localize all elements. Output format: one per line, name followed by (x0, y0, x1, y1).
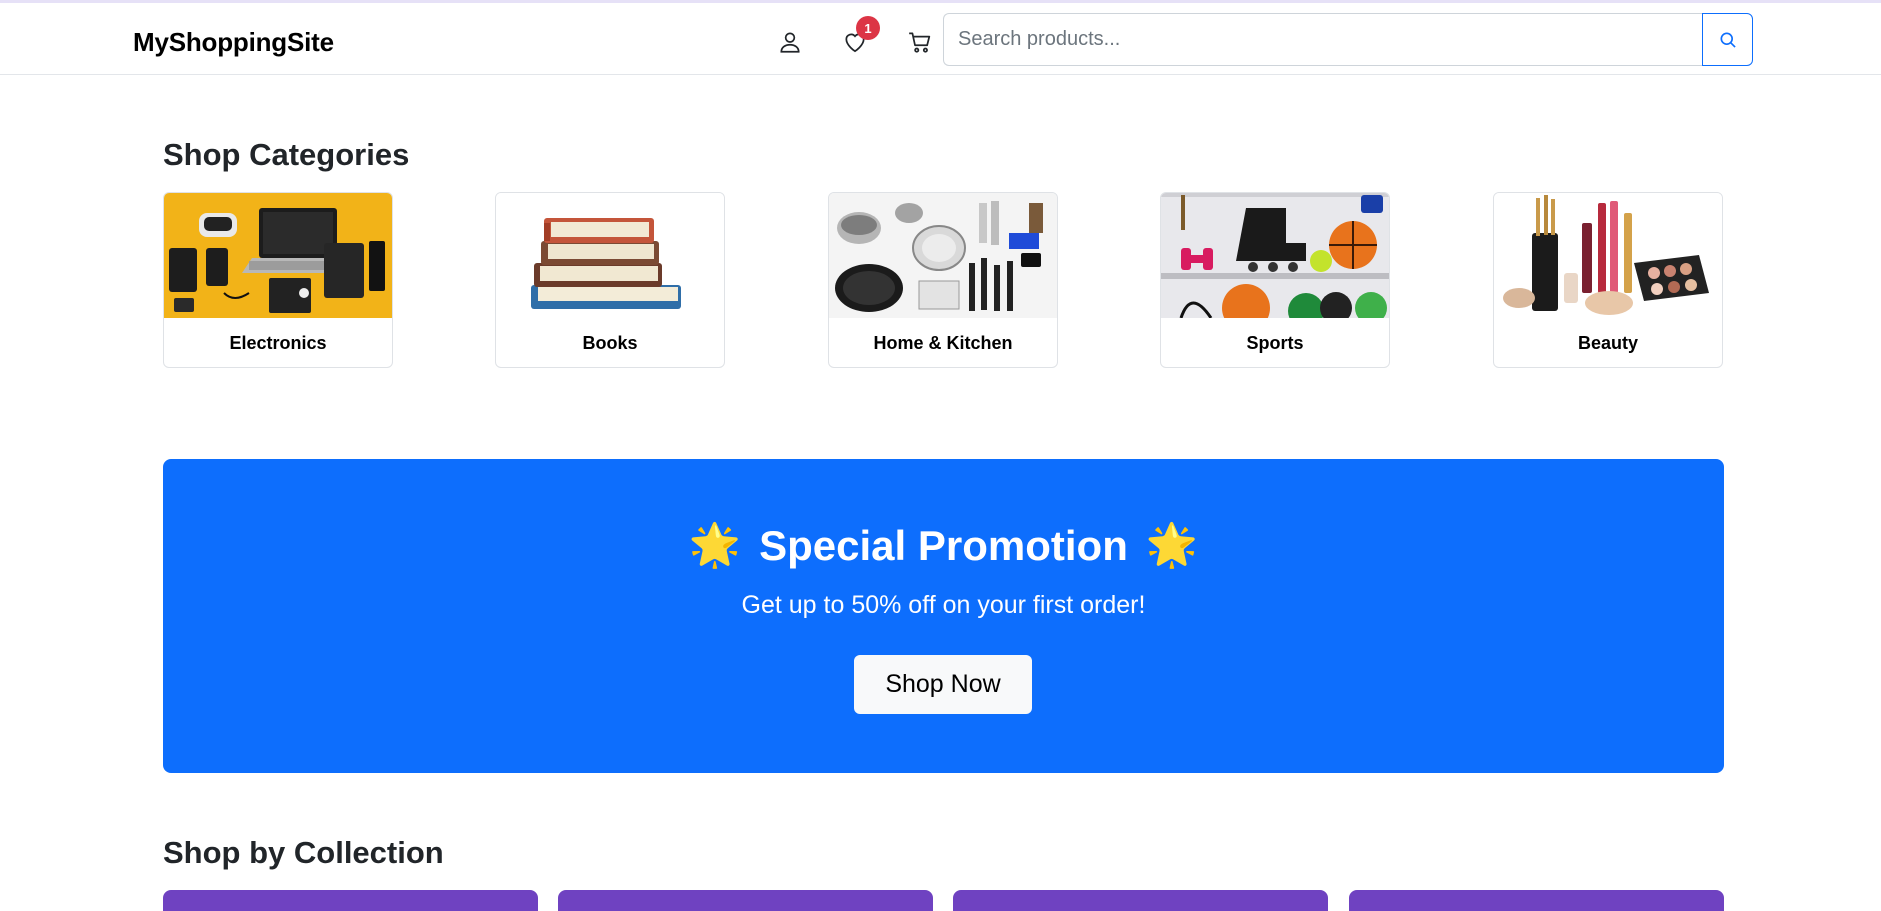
collection-card[interactable] (163, 890, 538, 911)
category-card-books[interactable]: Books (495, 192, 725, 368)
collection-card[interactable] (953, 890, 1328, 911)
star-icon: 🌟 (1145, 521, 1199, 568)
promo-title-text: Special Promotion (759, 521, 1128, 569)
search-input[interactable] (943, 13, 1702, 66)
star-icon: 🌟 (688, 521, 742, 568)
search-button[interactable] (1702, 13, 1753, 66)
collections-heading: Shop by Collection (163, 835, 444, 870)
category-label: Sports (1246, 332, 1304, 353)
shop-now-button[interactable]: Shop Now (854, 655, 1032, 714)
wishlist-count-badge: 1 (856, 16, 880, 40)
account-icon[interactable] (774, 26, 806, 58)
electronics-image (164, 193, 392, 318)
category-label: Electronics (229, 332, 327, 353)
category-card-beauty[interactable]: Beauty (1493, 192, 1723, 368)
sports-image (1161, 193, 1389, 318)
promo-title: 🌟 Special Promotion 🌟 (163, 521, 1724, 570)
kitchen-image (829, 193, 1057, 318)
category-card-sports[interactable]: Sports (1160, 192, 1390, 368)
search-bar (943, 13, 1753, 66)
navbar: MyShoppingSite 1 (0, 3, 1881, 75)
category-label: Books (582, 332, 638, 353)
promo-banner: 🌟 Special Promotion 🌟 Get up to 50% off … (163, 459, 1724, 773)
category-label: Beauty (1577, 332, 1639, 353)
category-card-home-kitchen[interactable]: Home & Kitchen (828, 192, 1058, 368)
categories-heading: Shop Categories (163, 137, 410, 172)
category-card-electronics[interactable]: Electronics (163, 192, 393, 368)
cart-icon[interactable] (904, 26, 936, 58)
category-label: Home & Kitchen (873, 332, 1013, 353)
brand-logo[interactable]: MyShoppingSite (133, 27, 334, 58)
collection-card[interactable] (1349, 890, 1724, 911)
collection-card[interactable] (558, 890, 933, 911)
books-image (496, 193, 724, 318)
beauty-image (1494, 193, 1722, 318)
promo-subtitle: Get up to 50% off on your first order! (741, 591, 1146, 619)
search-icon (1720, 32, 1736, 48)
wishlist-icon[interactable]: 1 (839, 16, 880, 58)
